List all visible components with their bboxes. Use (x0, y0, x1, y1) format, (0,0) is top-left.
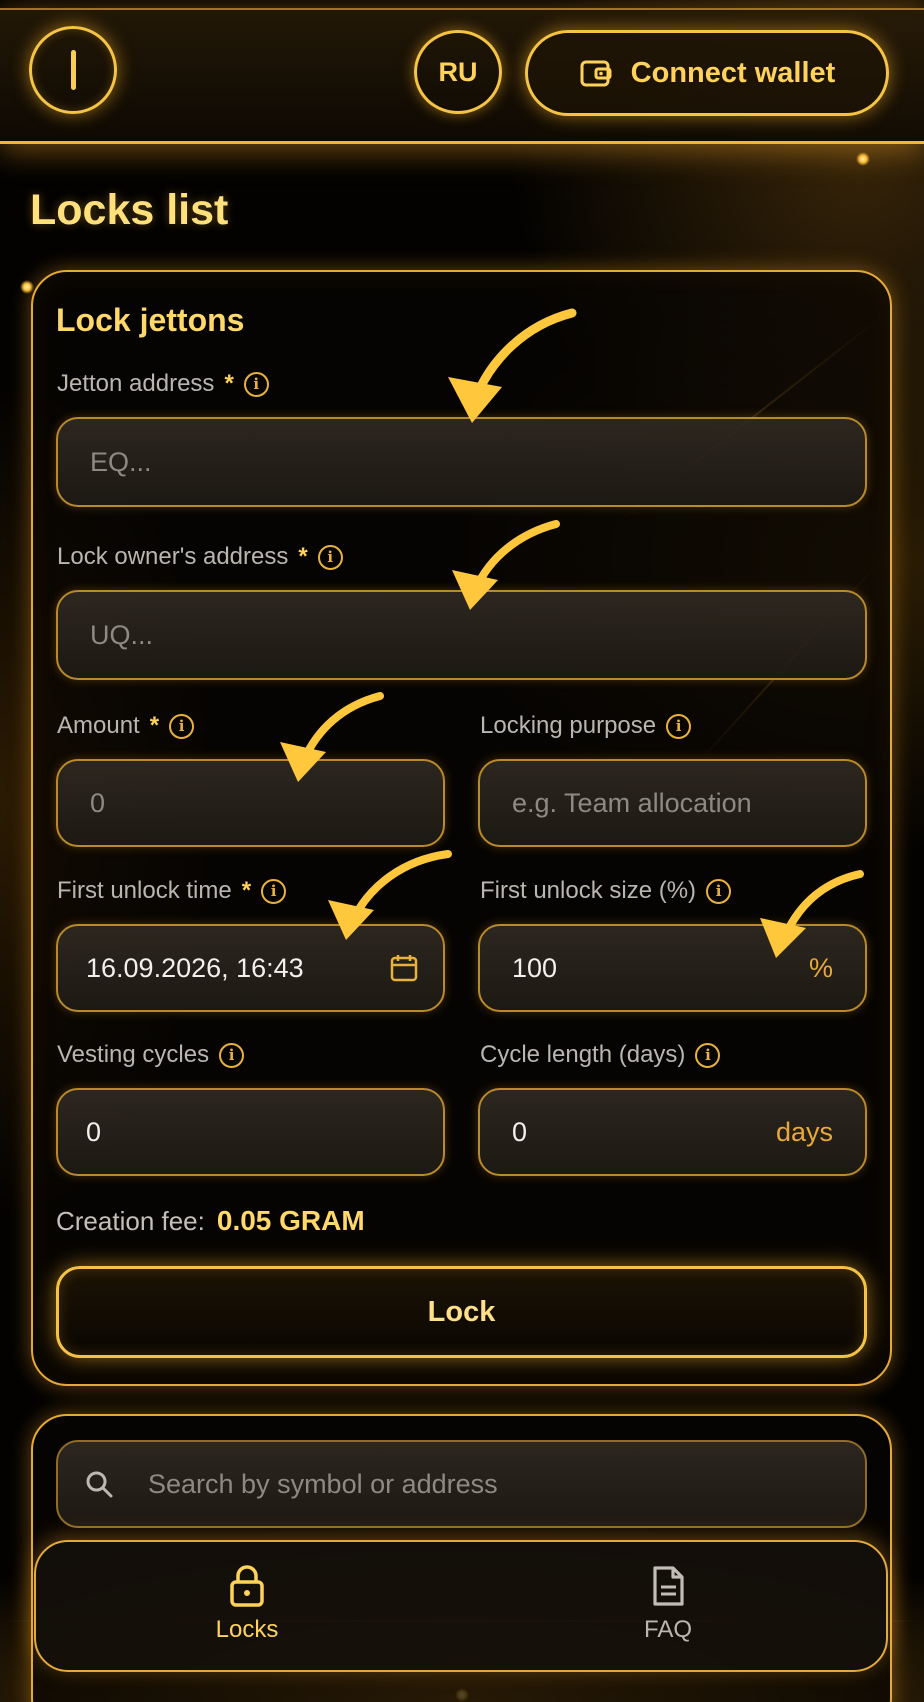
cycle-length-input[interactable] (512, 1116, 776, 1148)
first-unlock-time-input[interactable] (86, 952, 389, 984)
vesting-cycles-label: Vesting cycles i (57, 1041, 245, 1069)
power-icon (70, 50, 76, 90)
info-icon[interactable]: i (169, 713, 195, 739)
creation-fee: Creation fee: 0.05 GRAM (56, 1205, 365, 1237)
required-mark: * (298, 543, 308, 570)
owner-address-field[interactable] (56, 590, 867, 680)
creation-fee-label: Creation fee: (56, 1206, 205, 1236)
info-icon[interactable]: i (706, 878, 732, 904)
first-unlock-size-field[interactable]: % (478, 924, 867, 1012)
days-suffix: days (775, 1116, 833, 1147)
bg-spark (856, 152, 870, 166)
amount-input[interactable] (90, 787, 411, 819)
app-screen: RU Connect wallet Locks list Lock jetton… (0, 0, 924, 1702)
form-title: Lock jettons (56, 302, 245, 338)
cycle-length-label: Cycle length (days) i (480, 1041, 721, 1069)
search-bar[interactable] (56, 1440, 867, 1528)
page-title: Locks list (30, 186, 229, 234)
required-mark: * (149, 712, 160, 739)
connect-wallet-label: Connect wallet (630, 56, 836, 89)
lock-button[interactable]: Lock (56, 1266, 867, 1358)
purpose-label: Locking purpose i (480, 712, 692, 740)
nav-item-faq[interactable]: FAQ (598, 1564, 738, 1660)
bg-spark (20, 280, 34, 294)
nav-label-locks: Locks (215, 1616, 279, 1643)
info-icon[interactable]: i (695, 1042, 721, 1068)
nav-label-faq: FAQ (643, 1616, 692, 1643)
wallet-icon (580, 60, 612, 87)
first-unlock-size-label: First unlock size (%) i (480, 877, 732, 905)
vesting-cycles-field[interactable] (56, 1088, 445, 1176)
purpose-input[interactable] (512, 787, 833, 819)
info-icon[interactable]: i (261, 878, 287, 904)
jetton-address-input[interactable] (90, 446, 833, 478)
cycle-length-field[interactable]: days (478, 1088, 867, 1176)
first-unlock-time-label: First unlock time * i (57, 877, 287, 905)
nav-item-locks[interactable]: Locks (177, 1564, 317, 1660)
language-button[interactable]: RU (414, 30, 502, 114)
amount-field[interactable] (56, 759, 445, 847)
jetton-address-field[interactable] (56, 417, 867, 507)
amount-label: Amount * i (57, 712, 195, 740)
required-mark: * (241, 877, 252, 904)
owner-address-label: Lock owner's address * i (57, 543, 343, 571)
info-icon[interactable]: i (666, 713, 692, 739)
info-icon[interactable]: i (243, 371, 269, 397)
power-button[interactable] (29, 26, 117, 114)
lock-icon (230, 1565, 264, 1607)
search-input[interactable] (148, 1468, 839, 1500)
document-icon (653, 1566, 684, 1606)
info-icon[interactable]: i (317, 544, 343, 570)
required-mark: * (224, 370, 234, 397)
jetton-address-label: Jetton address * i (57, 370, 269, 398)
info-icon[interactable]: i (219, 1042, 245, 1068)
percent-suffix: % (808, 952, 833, 983)
search-icon (86, 1471, 113, 1498)
owner-address-input[interactable] (90, 619, 833, 651)
first-unlock-size-input[interactable] (512, 952, 809, 984)
connect-wallet-button[interactable]: Connect wallet (525, 30, 889, 116)
bottom-nav (34, 1540, 888, 1672)
calendar-icon[interactable] (389, 953, 419, 983)
purpose-field[interactable] (478, 759, 867, 847)
vesting-cycles-input[interactable] (86, 1116, 415, 1148)
first-unlock-time-field[interactable] (56, 924, 445, 1012)
creation-fee-value: 0.05 GRAM (216, 1205, 365, 1236)
